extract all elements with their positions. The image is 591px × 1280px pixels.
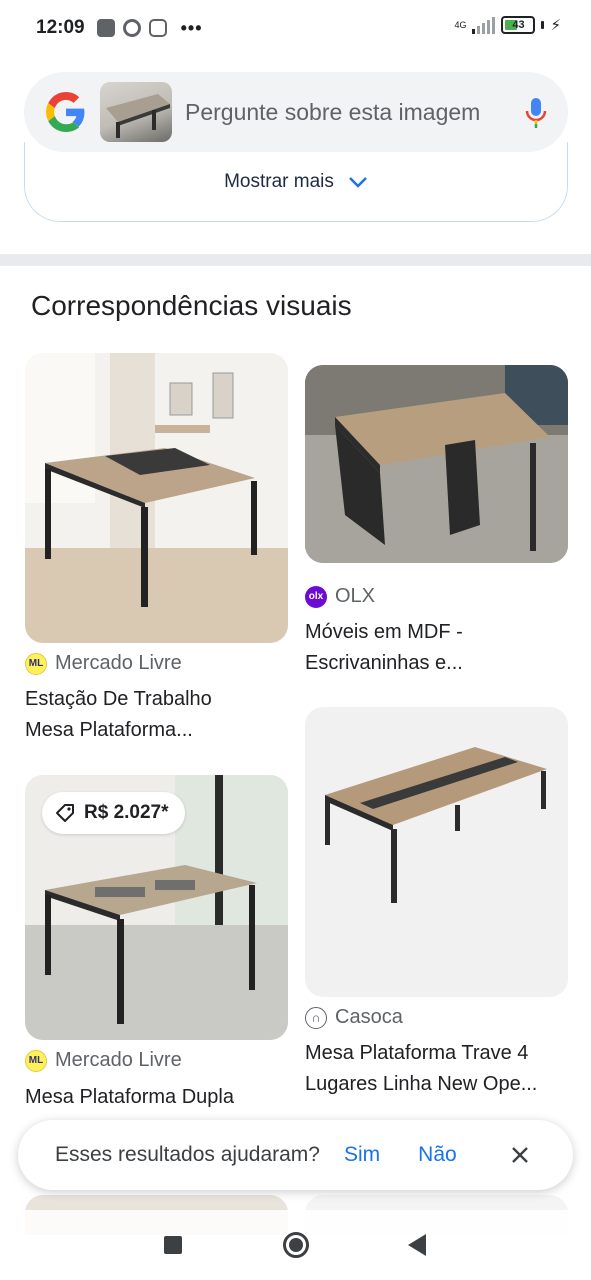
result-source-2[interactable]: olx OLX (305, 585, 375, 608)
result-title-line: Mesa Plataforma Dupla (25, 1086, 234, 1108)
query-image-thumbnail[interactable] (100, 82, 172, 142)
price-badge: R$ 2.027* (42, 792, 185, 834)
mercado-livre-icon: ML (25, 1049, 47, 1072)
chrome-notification-icon (122, 19, 141, 37)
system-navigation-bar (0, 1210, 591, 1280)
result-image-4[interactable] (305, 707, 568, 997)
show-more-label: Mostrar mais (224, 170, 334, 192)
lens-search-bar[interactable]: Pergunte sobre esta imagem (24, 72, 568, 152)
feedback-yes-button[interactable]: Sim (344, 1143, 380, 1167)
result-title-line: Estação De Trabalho (25, 688, 212, 710)
result-title-line: Lugares Linha New Ope... (305, 1073, 538, 1095)
notification-icons: ••• (96, 17, 203, 39)
battery-cap (541, 21, 545, 29)
result-image-1[interactable] (25, 353, 288, 643)
result-title-3[interactable]: Mesa Plataforma Dupla (25, 1082, 287, 1113)
result-title-1[interactable]: Estação De Trabalho Mesa Plataforma... (25, 684, 287, 746)
google-g-logo[interactable] (46, 92, 86, 132)
olx-icon: olx (305, 585, 327, 608)
status-right-icons: 4G 43 ⚡ (454, 16, 561, 34)
show-more-button[interactable]: Mostrar mais (24, 142, 568, 222)
battery-icon: 43 (501, 16, 536, 34)
close-icon[interactable] (509, 1144, 531, 1166)
gallery-notification-icon (96, 19, 115, 37)
result-title-line: Mesa Plataforma Trave 4 (305, 1042, 529, 1064)
feedback-bar: Esses resultados ajudaram? Sim Não (18, 1120, 573, 1190)
result-source-3[interactable]: ML Mercado Livre (25, 1049, 182, 1072)
result-title-line: Escrivaninhas e... (305, 652, 463, 674)
result-source-1[interactable]: ML Mercado Livre (25, 652, 182, 675)
search-input[interactable]: Pergunte sobre esta imagem (185, 99, 485, 126)
mic-icon[interactable] (524, 96, 548, 130)
result-source-name: Mercado Livre (55, 652, 182, 674)
status-time: 12:09 (36, 17, 85, 38)
back-button[interactable] (408, 1234, 426, 1256)
network-type-label: 4G (454, 19, 467, 30)
result-title-line: Mesa Plataforma... (25, 719, 193, 741)
result-source-name: Mercado Livre (55, 1049, 182, 1071)
instagram-notification-icon (148, 19, 167, 37)
chevron-down-icon (349, 176, 367, 188)
result-image-2[interactable] (305, 365, 568, 563)
result-source-4[interactable]: ∩ Casoca (305, 1006, 403, 1029)
section-title: Correspondências visuais (31, 290, 352, 321)
recent-apps-button[interactable] (164, 1236, 182, 1254)
mercado-livre-icon: ML (25, 652, 47, 675)
result-source-name: Casoca (335, 1006, 403, 1028)
result-source-name: OLX (335, 585, 376, 607)
result-title-4[interactable]: Mesa Plataforma Trave 4 Lugares Linha Ne… (305, 1038, 567, 1100)
casoca-icon: ∩ (305, 1006, 327, 1029)
home-icon (289, 1238, 303, 1252)
more-notifications-icon: ••• (180, 17, 203, 38)
feedback-no-button[interactable]: Não (418, 1143, 457, 1167)
result-title-2[interactable]: Móveis em MDF - Escrivaninhas e... (305, 617, 567, 679)
signal-strength-icon (472, 16, 496, 34)
section-divider (0, 254, 591, 266)
price-tag-icon (56, 804, 74, 822)
status-bar: 12:09 ••• 4G 43 ⚡ (0, 0, 591, 56)
charging-icon: ⚡ (550, 17, 561, 34)
result-title-line: Móveis em MDF - (305, 621, 463, 643)
price-value: R$ 2.027* (84, 802, 169, 823)
battery-percent: 43 (512, 19, 525, 31)
feedback-question: Esses resultados ajudaram? (55, 1143, 320, 1166)
home-button[interactable] (283, 1232, 309, 1258)
